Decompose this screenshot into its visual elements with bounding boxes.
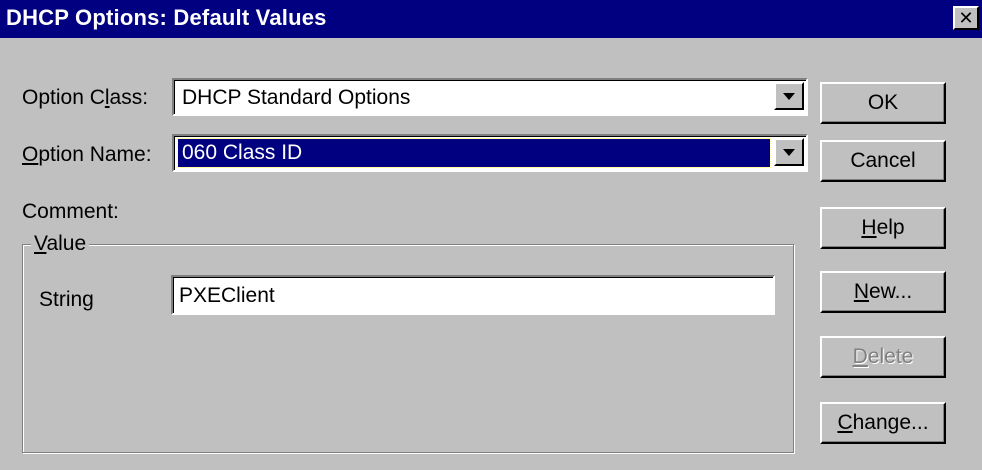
option-name-label: Option Name:: [22, 143, 152, 167]
window-title: DHCP Options: Default Values: [6, 5, 327, 30]
option-class-label: Option Class:: [22, 86, 148, 110]
delete-button-accel: D: [852, 345, 868, 368]
new-button-label: ew...: [868, 280, 913, 303]
help-button-label: elp: [876, 216, 905, 239]
value-legend-text: alue: [46, 232, 87, 255]
new-button[interactable]: New...: [820, 271, 946, 313]
chevron-down-icon: [783, 148, 795, 156]
ok-button[interactable]: OK: [820, 82, 946, 124]
option-class-label-text: Option C: [22, 86, 105, 109]
value-groupbox: Value String PXEClient: [22, 232, 794, 453]
option-name-label-text: ption Name:: [38, 143, 152, 166]
option-name-value: 060 Class ID: [177, 138, 771, 168]
help-button-accel: H: [861, 216, 877, 239]
chevron-down-icon: [783, 92, 795, 100]
option-name-label-accel: O: [22, 143, 39, 166]
change-button-label: hange...: [852, 411, 929, 434]
delete-button-label: elete: [867, 345, 914, 368]
option-name-select[interactable]: 060 Class ID: [172, 134, 808, 172]
change-button-accel: C: [837, 411, 853, 434]
cancel-button[interactable]: Cancel: [820, 140, 946, 182]
close-button[interactable]: ✕: [953, 6, 979, 30]
option-class-select[interactable]: DHCP Standard Options: [172, 78, 808, 116]
cancel-button-label: Cancel: [850, 149, 916, 172]
string-input[interactable]: PXEClient: [171, 275, 775, 315]
title-bar[interactable]: DHCP Options: Default Values ✕: [0, 0, 982, 38]
option-class-dropdown-button[interactable]: [774, 82, 804, 110]
string-input-value: PXEClient: [179, 284, 275, 307]
change-button[interactable]: Change...: [820, 402, 946, 444]
close-icon: ✕: [958, 8, 974, 28]
option-class-label-text-end: ass:: [109, 86, 149, 109]
new-button-accel: N: [853, 280, 869, 303]
string-label: String: [39, 288, 94, 311]
ok-button-label: OK: [867, 91, 899, 114]
value-group-legend: Value: [31, 232, 90, 256]
option-name-dropdown-button[interactable]: [774, 138, 804, 166]
option-class-value: DHCP Standard Options: [182, 86, 411, 109]
help-button[interactable]: Help: [820, 207, 946, 249]
dhcp-options-dialog: DHCP Options: Default Values ✕ Option Cl…: [0, 0, 982, 470]
delete-button[interactable]: Delete: [820, 336, 946, 378]
value-legend-accel: V: [34, 232, 47, 255]
comment-label: Comment:: [22, 200, 119, 223]
